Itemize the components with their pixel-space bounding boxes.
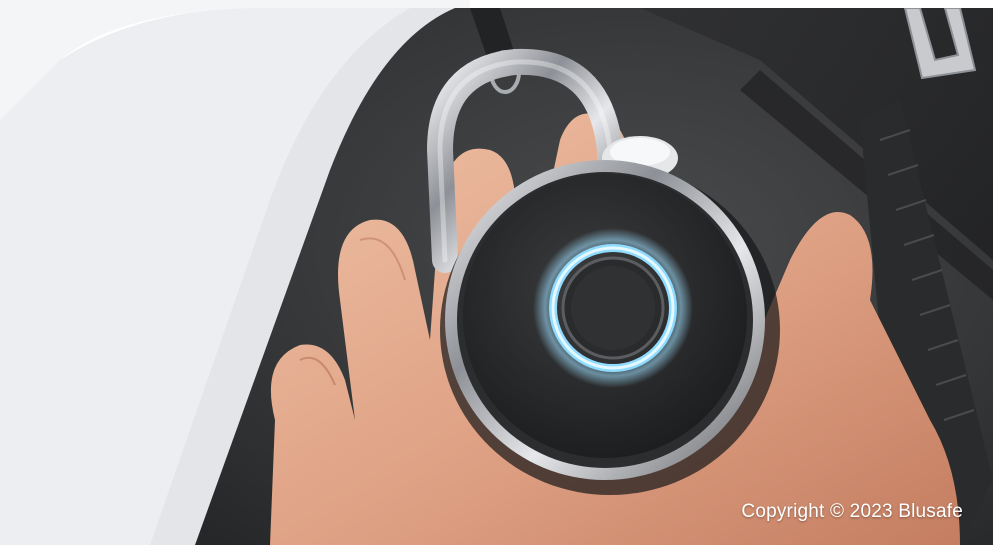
padlock-photo <box>0 0 993 545</box>
hero-banner: Copyright © 2023 Blusafe <box>0 0 993 545</box>
copyright-text: Copyright © 2023 Blusafe <box>741 501 963 522</box>
